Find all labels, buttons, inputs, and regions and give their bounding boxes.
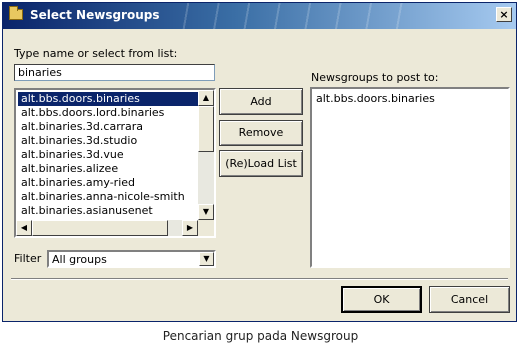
scroll-up-arrow-icon[interactable]: ▲ xyxy=(198,90,214,106)
search-label: Type name or select from list: xyxy=(14,47,178,60)
list-item[interactable]: alt.binaries.anna-nicole-smith xyxy=(18,190,198,204)
list-item[interactable]: alt.binaries.amy-ried xyxy=(18,176,198,190)
select-newsgroups-dialog: Select Newsgroups × Type name or select … xyxy=(2,2,517,322)
list-item[interactable]: alt.binaries.3d.studio xyxy=(18,134,198,148)
filter-value: All groups xyxy=(52,253,107,266)
close-button[interactable]: × xyxy=(496,7,512,22)
post-to-label: Newsgroups to post to: xyxy=(311,71,439,84)
ok-button[interactable]: OK xyxy=(341,286,422,313)
list-item[interactable]: alt.bbs.doors.binaries xyxy=(312,92,508,106)
available-groups-items: alt.bbs.doors.binaries alt.bbs.doors.lor… xyxy=(18,92,198,218)
list-item[interactable]: alt.bbs.doors.binaries xyxy=(18,92,198,106)
list-item[interactable]: alt.binaries.3d.carrara xyxy=(18,120,198,134)
remove-button[interactable]: Remove xyxy=(219,120,303,146)
scroll-right-arrow-icon[interactable]: ▶ xyxy=(182,220,198,236)
filter-label: Filter xyxy=(14,252,42,265)
vertical-scroll-thumb[interactable] xyxy=(198,106,214,152)
title-bar-pattern xyxy=(173,3,403,29)
reload-list-button[interactable]: (Re)Load List xyxy=(219,150,303,177)
add-button[interactable]: Add xyxy=(219,88,303,115)
chevron-down-icon[interactable]: ▼ xyxy=(199,252,214,266)
window-title: Select Newsgroups xyxy=(30,8,160,22)
post-to-list[interactable]: alt.bbs.doors.binaries xyxy=(310,87,510,268)
folder-icon xyxy=(9,6,23,20)
divider xyxy=(11,278,508,280)
filter-select[interactable]: All groups ▼ xyxy=(47,250,216,268)
title-bar[interactable]: Select Newsgroups × xyxy=(3,3,516,29)
available-groups-list[interactable]: alt.bbs.doors.binaries alt.bbs.doors.lor… xyxy=(14,88,216,238)
horizontal-scroll-thumb[interactable] xyxy=(32,220,168,236)
cancel-button[interactable]: Cancel xyxy=(429,286,510,313)
list-item[interactable]: alt.binaries.3d.vue xyxy=(18,148,198,162)
vertical-scrollbar[interactable]: ▲ ▼ xyxy=(198,90,214,220)
figure-caption: Pencarian grup pada Newsgroup xyxy=(162,329,359,343)
list-item[interactable]: alt.binaries.alizee xyxy=(18,162,198,176)
search-input[interactable]: binaries xyxy=(14,64,215,81)
horizontal-scrollbar[interactable]: ◀ ▶ xyxy=(16,220,198,236)
list-item[interactable]: alt.bbs.doors.lord.binaries xyxy=(18,106,198,120)
scroll-left-arrow-icon[interactable]: ◀ xyxy=(16,220,32,236)
list-item[interactable]: alt.binaries.asianusenet xyxy=(18,204,198,218)
scrollbar-corner xyxy=(198,220,214,236)
scroll-down-arrow-icon[interactable]: ▼ xyxy=(198,204,214,220)
